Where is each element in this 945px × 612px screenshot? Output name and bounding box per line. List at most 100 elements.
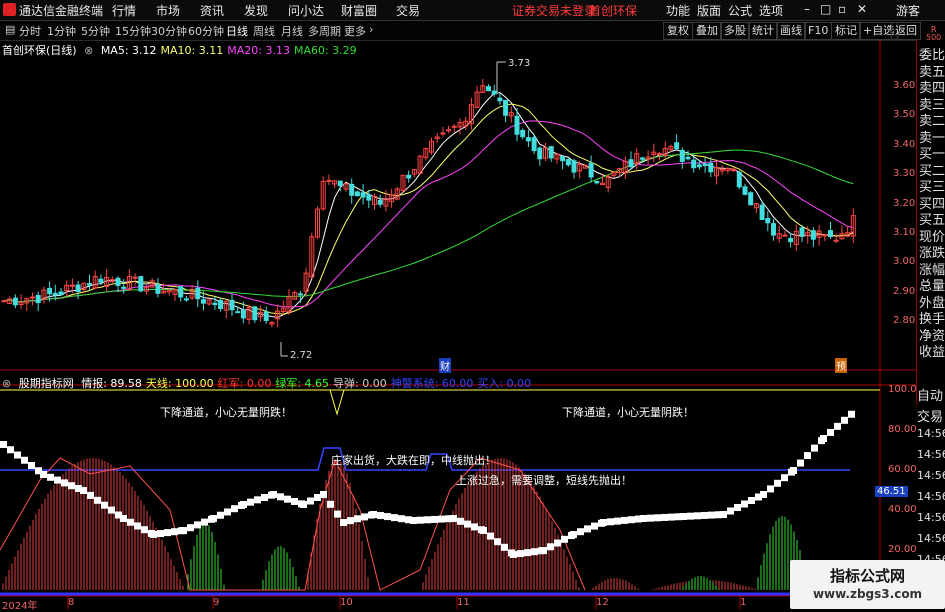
time-tick: 1 (740, 597, 747, 608)
stats-button[interactable]: 统计 (748, 22, 778, 40)
tf-more[interactable]: 更多 (344, 23, 366, 39)
adjust-button[interactable]: 复权 (663, 22, 693, 40)
candle (696, 164, 702, 168)
intel-step (431, 515, 438, 523)
tf-5min[interactable]: 5分钟 (81, 23, 110, 39)
intel-step (577, 528, 584, 536)
restore-icon[interactable]: □ (820, 2, 831, 16)
intel-step (61, 479, 68, 487)
tf-monthly[interactable]: 月线 (281, 23, 303, 39)
menu-function[interactable]: 功能 (666, 2, 690, 19)
intel-step (457, 517, 464, 525)
tf-multi[interactable]: 多周期 (308, 23, 341, 39)
menu-trade[interactable]: 交易 (396, 2, 420, 19)
quote-field-11: 现价 (919, 229, 945, 245)
menu-formula[interactable]: 公式 (728, 2, 752, 19)
indicator-tick: 100.0 (888, 384, 917, 395)
tf-intraday[interactable]: 分时 (19, 23, 41, 39)
minimize-icon[interactable]: – (804, 2, 810, 16)
info-toggle-icon[interactable]: ⊗ (84, 44, 93, 57)
tf-30min[interactable]: 30分钟 (151, 23, 187, 39)
menu-news[interactable]: 资讯 (200, 2, 224, 19)
candle (212, 302, 218, 306)
indicator-value-1: 天线: 100.00 (145, 377, 214, 390)
intel-step (834, 422, 841, 430)
maximize-icon[interactable]: ▫ (838, 2, 846, 16)
menu-layout[interactable]: 版面 (697, 2, 721, 19)
candle (531, 137, 537, 152)
time-tick: 11 (457, 597, 470, 608)
indicator-value-6: 买入: 0.00 (477, 377, 532, 390)
indicator-value-0: 情报: 89.58 (81, 377, 142, 390)
menu-options[interactable]: 选项 (759, 2, 783, 19)
intel-step (347, 517, 354, 525)
sky-line-dip (320, 389, 352, 416)
intel-step (471, 523, 478, 531)
mark-button[interactable]: 标记 (831, 22, 861, 40)
tf-15min[interactable]: 15分钟 (115, 23, 151, 39)
intel-step (410, 517, 417, 524)
intel-step (531, 548, 538, 556)
candle (799, 227, 805, 237)
tf-1min[interactable]: 1分钟 (47, 23, 76, 39)
kline-chart[interactable] (0, 40, 916, 609)
draw-button[interactable]: 画线 (776, 22, 806, 40)
intel-step (510, 551, 517, 558)
quote-field-4: 卖二 (919, 114, 945, 129)
intel-step (501, 543, 508, 551)
tf-60min[interactable]: 60分钟 (188, 23, 224, 39)
candle (451, 125, 457, 128)
quote-field-9: 买四 (919, 196, 945, 212)
forecast-marker[interactable]: 预 (835, 358, 847, 373)
menu-ask[interactable]: 问小达 (288, 2, 324, 19)
kline-title: 首创环保(日线) (2, 44, 77, 57)
price-tick: 3.20 (893, 197, 916, 209)
candle (115, 277, 121, 286)
trade-time-3: 14:56 (917, 448, 945, 461)
candle (525, 137, 531, 142)
timeframe-bar: ▤ 分时 1分钟 5分钟 15分钟 30分钟 60分钟 日线 周线 月线 多周期… (0, 21, 945, 41)
candle (560, 155, 566, 162)
menu-quotes[interactable]: 行情 (112, 2, 136, 19)
tf-intraday-icon[interactable]: ▤ (5, 23, 15, 36)
intel-step (291, 498, 298, 505)
app-logo-icon (3, 3, 16, 16)
login-notice[interactable]: 证券交易未登录 (512, 2, 596, 19)
intel-step (187, 524, 194, 532)
intel-step (767, 485, 774, 493)
multi-stock-button[interactable]: 多股 (720, 22, 750, 40)
chevron-down-icon[interactable]: › (369, 23, 373, 36)
intel-step (307, 497, 314, 505)
indicator-toggle-icon[interactable]: ⊗ (2, 377, 11, 390)
menu-bar: 通达信金融终端 行情 市场 资讯 发现 问小达 财富圈 交易 证券交易未登录 首… (0, 0, 945, 21)
f10-button[interactable]: F10 (804, 22, 833, 40)
candle (759, 204, 765, 220)
close-icon[interactable]: ✕ (857, 2, 867, 16)
earnings-marker[interactable]: 财 (439, 358, 451, 373)
back-button[interactable]: 返回 (891, 22, 921, 40)
indicator-tick: 80.00 (888, 424, 917, 435)
candle (674, 142, 680, 150)
guest-label[interactable]: 游客 (896, 2, 920, 19)
candle (691, 159, 697, 169)
quote-field-10: 买五 (919, 213, 945, 228)
intel-step (134, 522, 141, 530)
tf-weekly[interactable]: 周线 (253, 23, 275, 39)
indicator-current-value: 46.51 (875, 486, 908, 497)
intel-step (157, 530, 164, 538)
high-price-label: 3.73 (508, 58, 531, 69)
candle (537, 147, 543, 160)
candle (548, 146, 554, 159)
tf-daily[interactable]: 日线 (226, 23, 248, 39)
overlay-button[interactable]: 叠加 (692, 22, 722, 40)
indicator-name: 股期指标网 (18, 377, 74, 390)
intel-step (261, 494, 268, 501)
menu-market[interactable]: 市场 (156, 2, 180, 19)
quote-field-1: 卖五 (919, 64, 945, 80)
menu-wealth[interactable]: 财富圈 (341, 2, 377, 19)
candle (155, 284, 161, 294)
menu-discover[interactable]: 发现 (244, 2, 268, 19)
stock-name: 首创环保 (589, 4, 638, 18)
intel-step (354, 515, 361, 523)
intel-step (668, 513, 675, 521)
